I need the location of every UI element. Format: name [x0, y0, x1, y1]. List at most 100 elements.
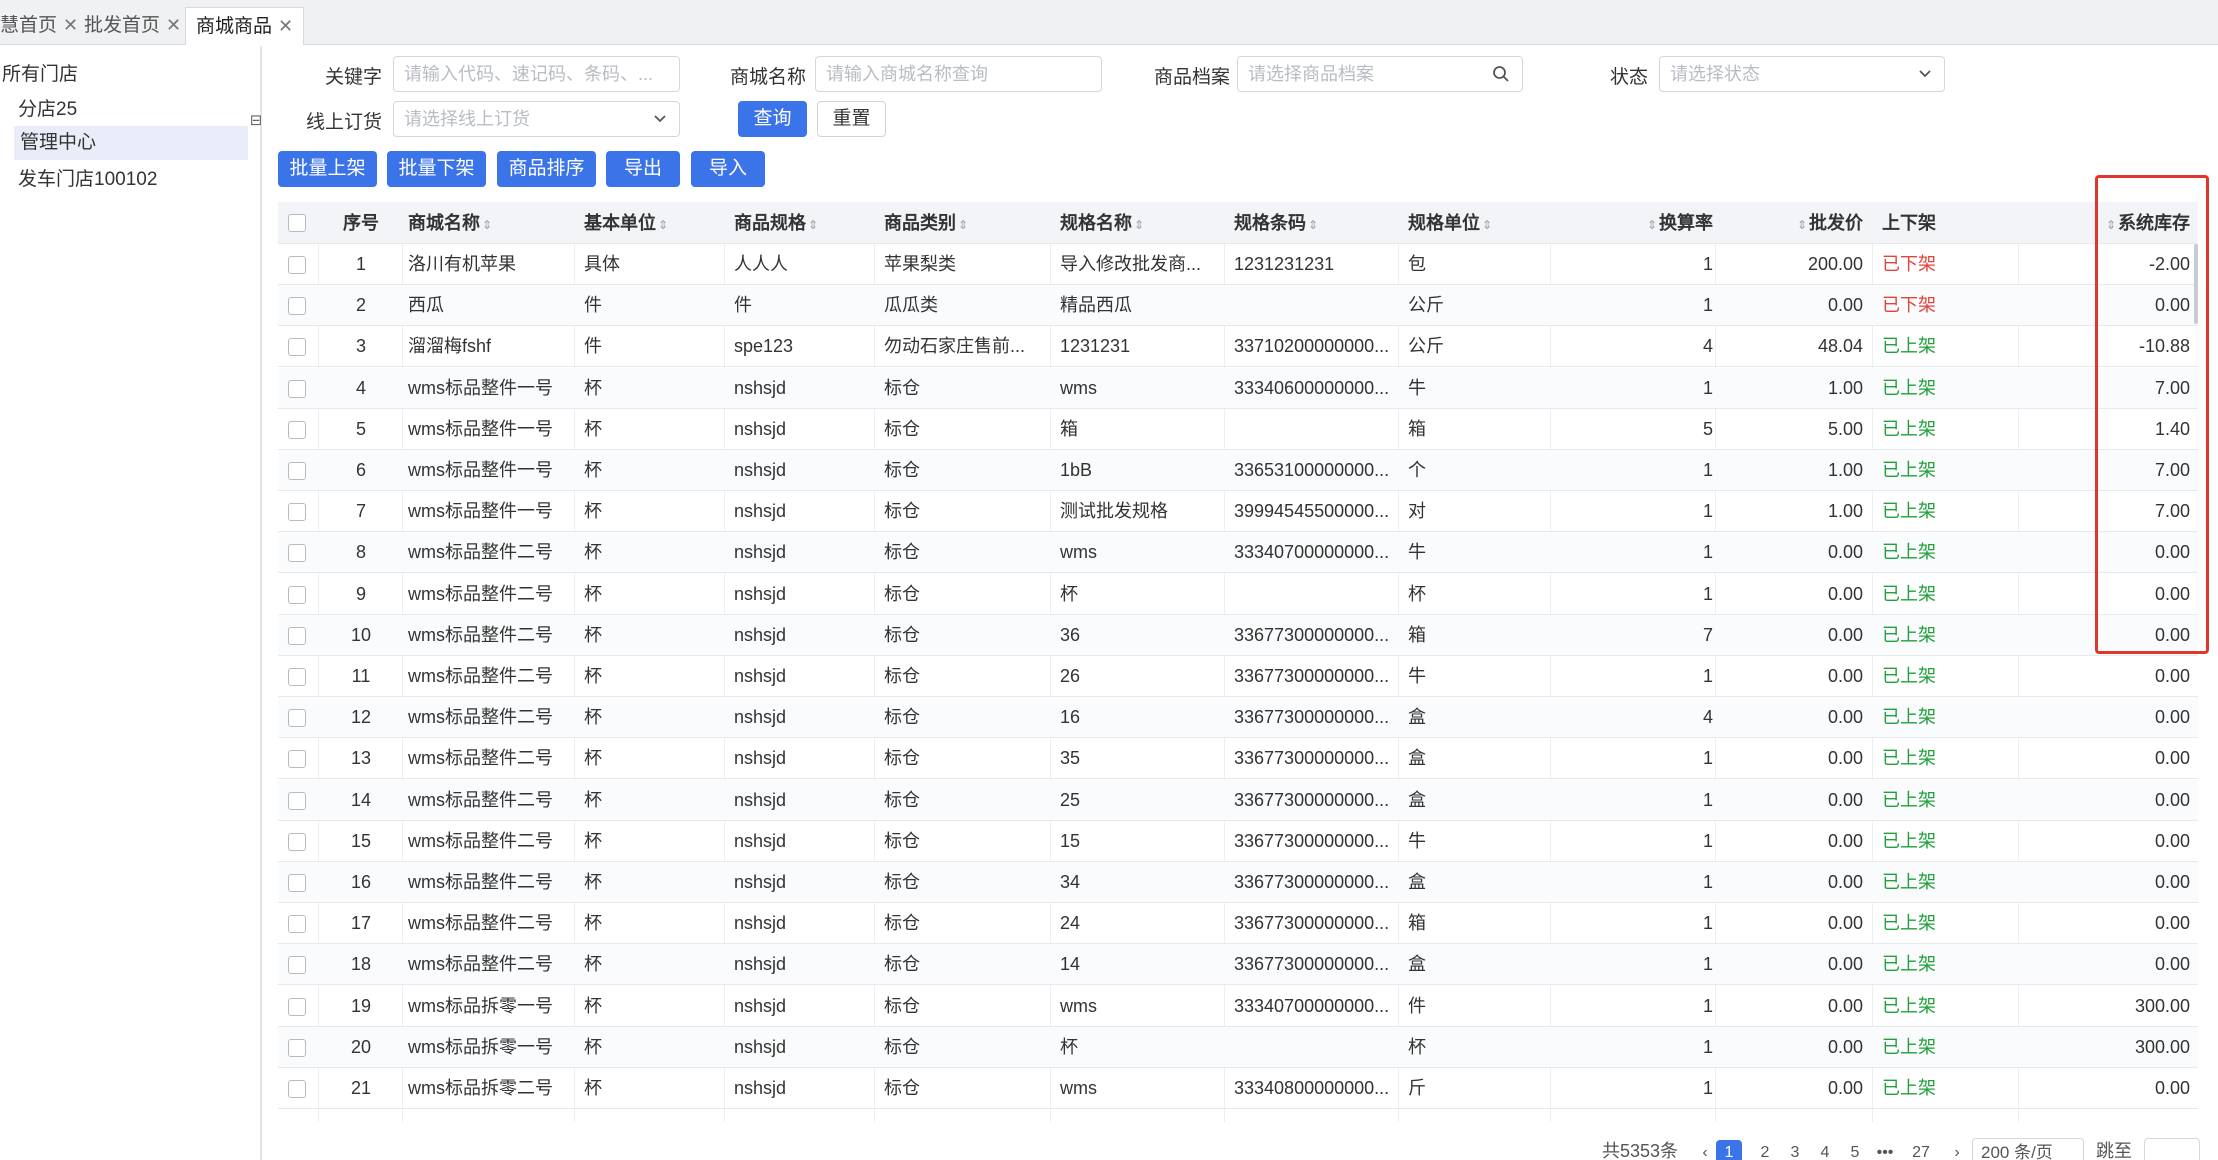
- table-row[interactable]: 1 洛川有机苹果 具体 人人人 苹果梨类 导入修改批发商... 1231231231 包 1 20…: [278, 244, 2198, 285]
- cell-category: 标仓: [884, 830, 920, 851]
- row-checkbox[interactable]: [288, 297, 306, 316]
- tab-mall-goods[interactable]: 商城商品 ✕: [185, 7, 305, 45]
- row-checkbox[interactable]: [288, 956, 306, 975]
- pagination-next[interactable]: ›: [1944, 1140, 1970, 1160]
- row-checkbox[interactable]: [288, 256, 306, 274]
- close-icon[interactable]: ✕: [166, 15, 181, 35]
- pagination-page[interactable]: 2: [1752, 1140, 1778, 1160]
- query-button[interactable]: 查询: [738, 101, 807, 137]
- table-row[interactable]: 15 wms标品整件二号 杯 nshsjd 标仓 15 33677300000000... 牛…: [278, 821, 2198, 862]
- row-checkbox[interactable]: [288, 338, 306, 357]
- row-checkbox[interactable]: [288, 1038, 306, 1057]
- table-row[interactable]: 9 wms标品整件二号杯 nshsjd 标仓杯杯 1 0.00 已上架 0.00: [278, 574, 2198, 615]
- row-checkbox[interactable]: [288, 915, 306, 934]
- table-row[interactable]: 4 wms标品整件一号 杯 nshsjd 标仓 wms 33340600000000... 牛…: [278, 367, 2198, 409]
- table-row[interactable]: 3 溜溜梅fshf 件 spe123 勿动石家庄售前... 1231231 33710200…: [278, 326, 2198, 368]
- online-order-select[interactable]: 请选择线上订货: [393, 101, 680, 137]
- sort-icon[interactable]: ⇕: [482, 218, 492, 232]
- status-select[interactable]: 请选择状态: [1659, 56, 1945, 92]
- export-button[interactable]: 导出: [606, 151, 680, 187]
- page-size-select[interactable]: 200 条/页: [1972, 1138, 2084, 1160]
- header-spec-name[interactable]: 规格名称 ⇕: [1060, 202, 1220, 244]
- sort-icon[interactable]: ⇕: [1647, 218, 1657, 232]
- pagination-prev[interactable]: ‹: [1692, 1140, 1718, 1160]
- tab-label: 批发首页: [84, 15, 161, 36]
- reset-button[interactable]: 重置: [817, 101, 886, 137]
- header-spec-barcode[interactable]: 规格条码 ⇕: [1234, 202, 1396, 244]
- sort-icon[interactable]: ⇕: [1308, 218, 1318, 232]
- row-checkbox[interactable]: [288, 420, 306, 439]
- tree-item-branch25[interactable]: 分店25: [18, 93, 77, 127]
- table-row[interactable]: 14 wms标品整件二号 杯 nshsjd 标仓 25 33677300000000... 盒…: [278, 779, 2198, 821]
- row-checkbox[interactable]: [288, 750, 306, 769]
- row-checkbox[interactable]: [288, 503, 306, 522]
- tab-wholesale-home[interactable]: 批发首页 ✕: [74, 7, 191, 44]
- table-row[interactable]: 6 wms标品整件一号 杯 nshsjd 标仓 1bB 33653100000000... 个…: [278, 450, 2198, 491]
- sort-icon[interactable]: ⇕: [1134, 218, 1144, 232]
- table-row[interactable]: 5 wms标品整件一号杯 nshsjd 标仓箱箱 5 5.00 已上架 1.40: [278, 409, 2198, 450]
- row-checkbox[interactable]: [288, 544, 306, 563]
- pagination-page[interactable]: 1: [1716, 1140, 1742, 1160]
- keyword-input[interactable]: 请输入代码、速记码、条码、...: [393, 56, 680, 92]
- header-spec[interactable]: 商品规格 ⇕: [734, 202, 874, 244]
- sort-icon[interactable]: ⇕: [658, 218, 668, 232]
- table-row[interactable]: 17 wms标品整件二号 杯 nshsjd 标仓 24 33677300000000... 箱…: [278, 903, 2198, 945]
- cell-spec-barcode: 33677300000000...: [1234, 830, 1390, 851]
- table-row[interactable]: 12 wms标品整件二号 杯 nshsjd 标仓 16 33677300000000... 盒…: [278, 697, 2198, 739]
- archive-select[interactable]: 请选择商品档案: [1237, 56, 1523, 92]
- tree-item-dispatch-store[interactable]: 发车门店100102: [18, 163, 157, 197]
- row-checkbox[interactable]: [288, 626, 306, 645]
- table-row[interactable]: 11 wms标品整件二号 杯 nshsjd 标仓 26 33677300000000... 牛…: [278, 656, 2198, 697]
- row-checkbox[interactable]: [288, 997, 306, 1016]
- pagination-page[interactable]: •••: [1872, 1140, 1898, 1160]
- row-checkbox[interactable]: [288, 709, 306, 728]
- row-checkbox[interactable]: [288, 1080, 306, 1098]
- search-icon[interactable]: [1492, 57, 1510, 91]
- row-checkbox[interactable]: [288, 791, 306, 810]
- row-checkbox[interactable]: [288, 462, 306, 480]
- collapse-sidebar-icon[interactable]: ⊟: [248, 110, 264, 132]
- row-checkbox[interactable]: [288, 668, 306, 686]
- pagination-page[interactable]: 4: [1812, 1140, 1838, 1160]
- mall-name-input[interactable]: 请输入商城名称查询: [815, 56, 1102, 92]
- row-checkbox[interactable]: [288, 874, 306, 892]
- table-row[interactable]: 10 wms标品整件二号 杯 nshsjd 标仓 36 33677300000000... 箱…: [278, 614, 2198, 656]
- sort-icon[interactable]: ⇕: [808, 218, 818, 232]
- table-row[interactable]: 19 wms标品拆零一号 杯 nshsjd 标仓 wms 33340700000000...…: [278, 986, 2198, 1027]
- jump-input[interactable]: [2144, 1138, 2200, 1160]
- sort-icon[interactable]: ⇕: [1482, 218, 1492, 232]
- batch-on-shelf-button[interactable]: 批量上架: [278, 151, 377, 187]
- sort-icon[interactable]: ⇕: [958, 218, 968, 232]
- header-base-unit[interactable]: 基本单位 ⇕: [584, 202, 724, 244]
- cell-spec-barcode: 33710200000000...: [1234, 336, 1390, 357]
- import-button[interactable]: 导入: [691, 151, 765, 187]
- table-row[interactable]: 20 wms标品拆零一号 杯 nshsjd 标仓 杯 杯 1 0.00 已上架 300.00: [278, 1026, 2198, 1068]
- pagination-page[interactable]: 27: [1908, 1140, 1934, 1160]
- header-wholesale-price[interactable]: ⇕ 批发价: [1723, 202, 1863, 244]
- row-checkbox[interactable]: [288, 379, 306, 398]
- table-row[interactable]: 21 wms标品拆零二号 杯 nshsjd 标仓 wms 33340800000000...…: [278, 1068, 2198, 1109]
- table-row[interactable]: 7 wms标品整件一号 杯 nshsjd 标仓 测试批发规格 39994545500000.…: [278, 491, 2198, 533]
- header-mall-name[interactable]: 商城名称 ⇕: [408, 202, 568, 244]
- goods-sort-button[interactable]: 商品排序: [497, 151, 596, 187]
- cell-spec-unit: 个: [1408, 460, 1426, 480]
- sort-icon[interactable]: ⇕: [1797, 218, 1807, 232]
- table-row[interactable]: 16 wms标品整件二号 杯 nshsjd 标仓 34 33677300000000... 盒…: [278, 862, 2198, 903]
- row-checkbox[interactable]: [288, 832, 306, 851]
- header-spec-unit[interactable]: 规格单位 ⇕: [1408, 202, 1548, 244]
- select-all-checkbox[interactable]: [288, 214, 306, 232]
- table-row[interactable]: 13 wms标品整件二号 杯 nshsjd 标仓 35 33677300000000... 盒…: [278, 738, 2198, 780]
- tree-item-management-center[interactable]: 管理中心: [14, 126, 248, 160]
- cell-spec-barcode: 33677300000000...: [1234, 624, 1390, 645]
- table-row[interactable]: 8 wms标品整件二号 杯 nshsjd 标仓 wms 33340700000000... 牛…: [278, 532, 2198, 574]
- row-checkbox[interactable]: [288, 585, 306, 604]
- table-row[interactable]: 2 西瓜件件瓜瓜类 精品西瓜 公斤 1 0.00 已下架 0.00: [278, 285, 2198, 327]
- pagination-page[interactable]: 5: [1842, 1140, 1868, 1160]
- pagination-page[interactable]: 3: [1782, 1140, 1808, 1160]
- tree-item-all-stores[interactable]: 所有门店: [0, 58, 78, 92]
- batch-off-shelf-button[interactable]: 批量下架: [387, 151, 486, 187]
- header-rate[interactable]: ⇕ 换算率: [1558, 202, 1713, 244]
- close-icon[interactable]: ✕: [278, 16, 293, 36]
- header-category[interactable]: 商品类别 ⇕: [884, 202, 1044, 244]
- table-row[interactable]: 18 wms标品整件二号 杯 nshsjd 标仓 14 33677300000000... 盒…: [278, 944, 2198, 986]
